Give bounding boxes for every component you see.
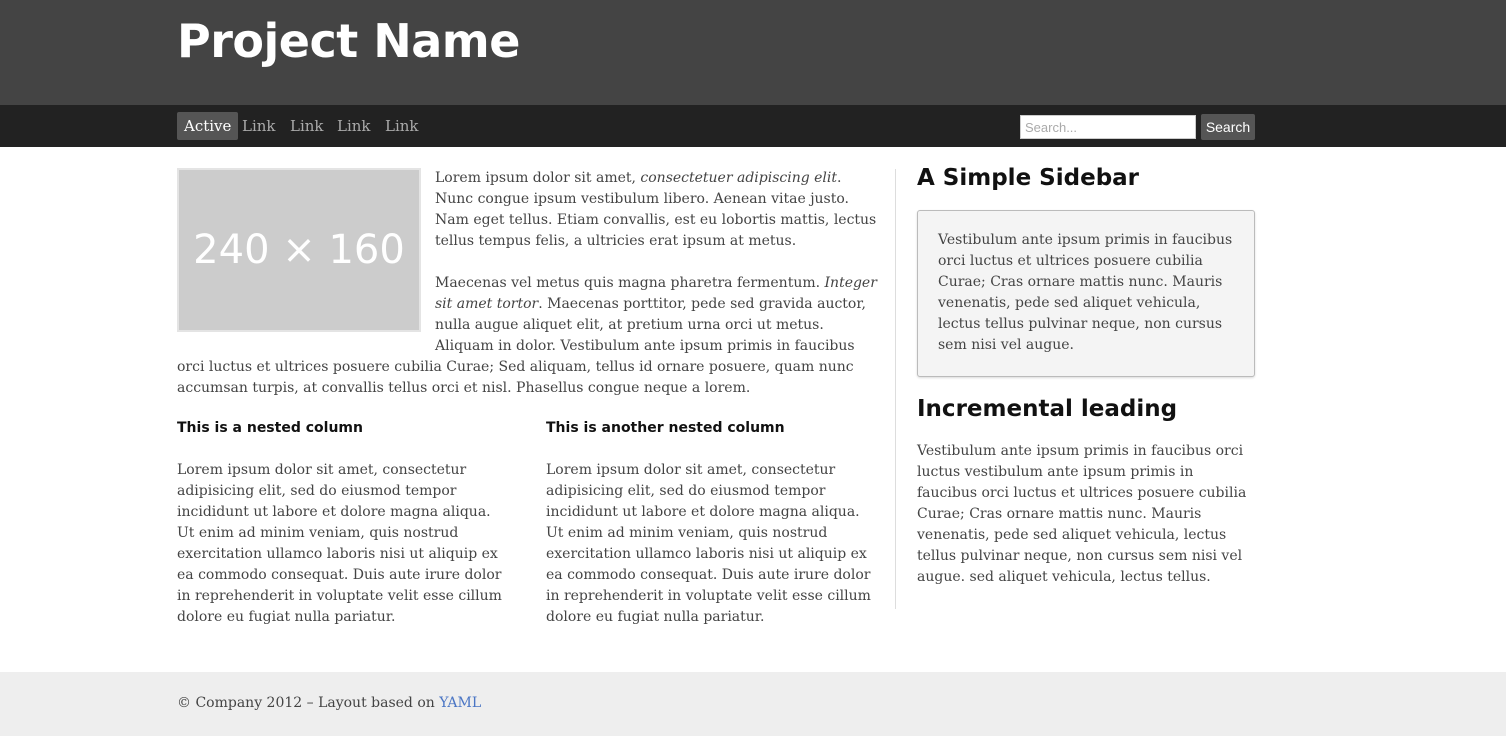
para1-emphasis: consectetuer adipiscing elit [640, 170, 838, 186]
para1-text-a: Lorem ipsum dolor sit amet, [435, 170, 641, 186]
main-nav: Active Link Link Link Link [0, 105, 1506, 147]
nav-item-link-1[interactable]: Link [235, 112, 283, 140]
nav-item-link-4[interactable]: Link [378, 112, 426, 140]
nested-column-1-heading: This is a nested column [177, 420, 363, 436]
nested-column-2-text: Lorem ipsum dolor sit amet, consectetur … [546, 462, 871, 625]
footer-copyright: © Company 2012 – Layout based on [177, 695, 440, 711]
nested-column-1-text: Lorem ipsum dolor sit amet, consectetur … [177, 462, 502, 625]
search-input[interactable] [1020, 115, 1196, 139]
sidebar: A Simple Sidebar Vestibulum ante ipsum p… [917, 160, 1255, 609]
nested-column-2: This is another nested column Lorem ipsu… [546, 418, 876, 649]
nested-column-1: This is a nested column Lorem ipsum dolo… [177, 418, 507, 649]
nested-column-2-heading: This is another nested column [546, 420, 785, 436]
footer-yaml-link[interactable]: YAML [439, 695, 481, 711]
site-title: Project Name [177, 14, 520, 68]
placeholder-image: 240 × 160 [177, 168, 421, 332]
site-header: Project Name [0, 0, 1506, 105]
search-button[interactable]: Search [1201, 114, 1255, 140]
sidebar-heading-1: A Simple Sidebar [917, 165, 1140, 191]
nav-item-link-2[interactable]: Link [283, 112, 331, 140]
footer-text: © Company 2012 – Layout based on YAML [177, 693, 481, 714]
nav-item-link-3[interactable]: Link [330, 112, 378, 140]
main-content: 240 × 160 Lorem ipsum dolor sit amet, co… [177, 168, 877, 625]
sidebar-box: Vestibulum ante ipsum primis in faucibus… [917, 210, 1255, 377]
site-footer: © Company 2012 – Layout based on YAML [0, 672, 1506, 736]
para2-text-a: Maecenas vel metus quis magna pharetra f… [435, 275, 825, 291]
nav-item-active[interactable]: Active [177, 112, 239, 140]
sidebar-heading-2: Incremental leading [917, 396, 1178, 422]
sidebar-text: Vestibulum ante ipsum primis in faucibus… [917, 443, 1247, 585]
column-divider [895, 169, 896, 609]
